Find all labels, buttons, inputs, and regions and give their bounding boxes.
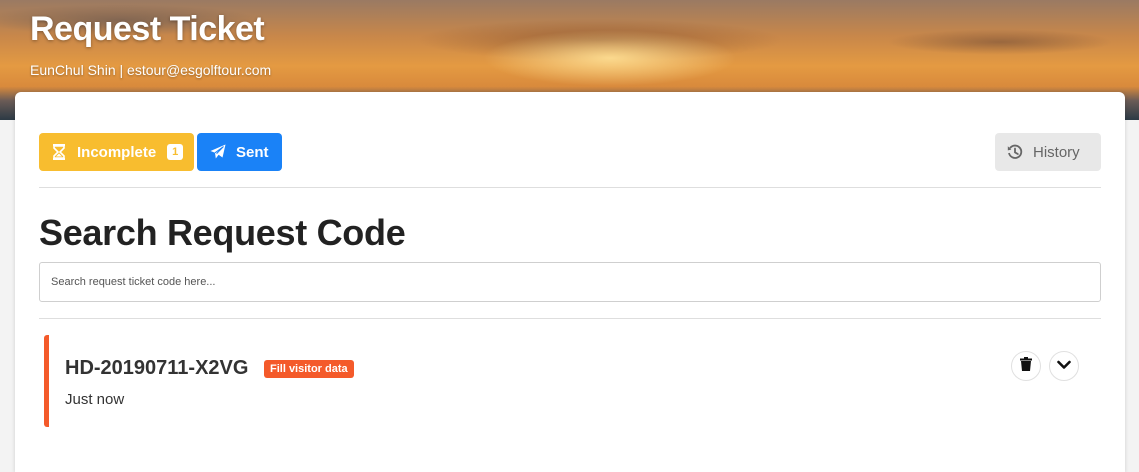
sent-label: Sent xyxy=(236,143,269,161)
divider-top xyxy=(39,187,1101,188)
history-icon xyxy=(1007,144,1023,160)
ticket-item[interactable]: HD-20190711-X2VG Fill visitor data Just … xyxy=(44,335,1101,427)
ticket-code: HD-20190711-X2VG xyxy=(65,357,249,379)
search-input[interactable] xyxy=(39,262,1101,302)
trash-icon xyxy=(1020,356,1032,376)
expand-ticket-button[interactable] xyxy=(1049,351,1079,381)
sent-tab-button[interactable]: Sent xyxy=(197,133,282,171)
ticket-timestamp: Just now xyxy=(65,391,125,408)
status-badge: Fill visitor data xyxy=(264,360,354,378)
history-button[interactable]: History xyxy=(995,133,1101,171)
incomplete-count-badge: 1 xyxy=(167,144,184,160)
history-label: History xyxy=(1033,143,1080,161)
hourglass-icon xyxy=(51,144,67,160)
search-section-title: Search Request Code xyxy=(39,212,406,253)
paper-plane-icon xyxy=(210,144,226,160)
main-card: Incomplete 1 Sent History Search Request… xyxy=(15,92,1125,472)
user-info: EunChul Shin | estour@esgolftour.com xyxy=(30,62,272,78)
chevron-down-icon xyxy=(1057,357,1071,375)
divider-bottom xyxy=(39,318,1101,319)
incomplete-label: Incomplete xyxy=(77,143,157,161)
incomplete-tab-button[interactable]: Incomplete 1 xyxy=(39,133,194,171)
page-title: Request Ticket xyxy=(30,10,265,48)
delete-ticket-button[interactable] xyxy=(1011,351,1041,381)
